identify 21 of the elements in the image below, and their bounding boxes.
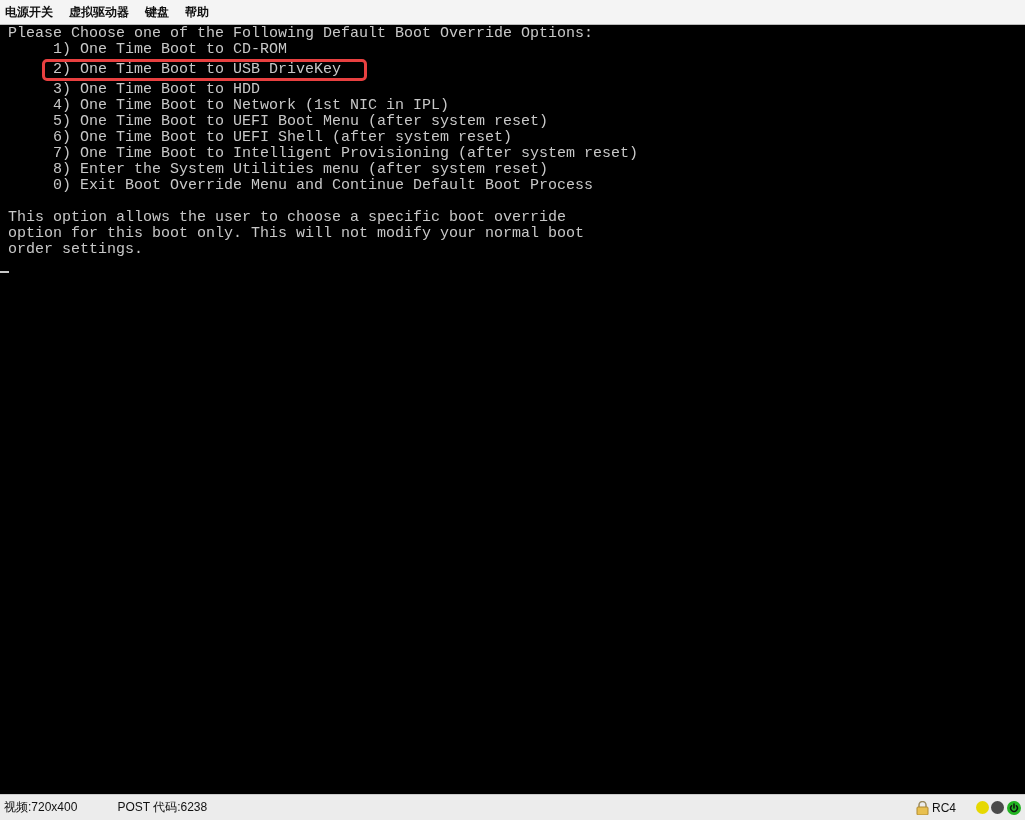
- menu-item[interactable]: 帮助: [185, 3, 209, 21]
- boot-option: 4) One Time Boot to Network (1st NIC in IPL): [53, 98, 450, 114]
- description-line: order settings.: [8, 242, 144, 258]
- menu-item[interactable]: 键盘: [145, 3, 169, 21]
- boot-option: 0) Exit Boot Override Menu and Continue Default Boot Process: [53, 178, 594, 194]
- boot-option: 2) One Time Boot to USB DriveKey: [45, 62, 365, 78]
- post-code: POST 代码:6238: [117, 799, 208, 816]
- boot-option: 1) One Time Boot to CD-ROM: [53, 42, 288, 58]
- console-heading: Please Choose one of the Following Default Boot Override Options:: [8, 26, 594, 42]
- boot-option: 8) Enter the System Utilities menu (after system reset): [53, 162, 549, 178]
- description-line: option for this boot only. This will not modify your normal boot: [8, 226, 585, 242]
- description-line: This option allows the user to choose a specific boot override: [8, 210, 567, 226]
- boot-option: 5) One Time Boot to UEFI Boot Menu (after system reset): [53, 114, 549, 130]
- boot-option: 6) One Time Boot to UEFI Shell (after system reset): [53, 130, 513, 146]
- menu-item[interactable]: 电源开关: [5, 3, 53, 21]
- video-resolution: 视频:720x400: [4, 799, 78, 816]
- lock-icon: [916, 800, 929, 815]
- boot-option: 7) One Time Boot to Intelligent Provisioning (after system reset): [53, 146, 639, 162]
- encryption-label: RC4: [932, 800, 956, 815]
- menu-item[interactable]: 虚拟驱动器: [69, 3, 129, 21]
- boot-option: 3) One Time Boot to HDD: [53, 82, 261, 98]
